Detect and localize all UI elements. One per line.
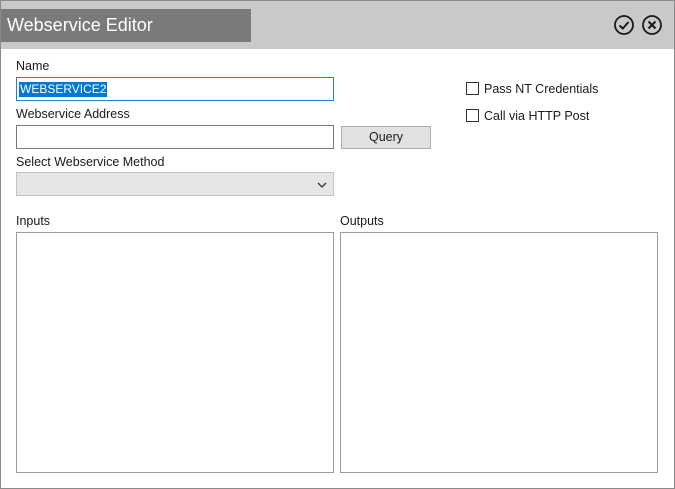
close-circle-icon[interactable] [641,14,663,36]
query-button[interactable]: Query [341,126,431,149]
address-input[interactable] [16,125,334,149]
chevron-down-icon [317,179,327,193]
http-post-label[interactable]: Call via HTTP Post [484,109,589,123]
outputs-label: Outputs [340,214,384,228]
name-input[interactable]: WEBSERVICE2 [16,77,334,101]
name-label: Name [16,59,50,73]
title-bar: Webservice Editor [1,1,674,49]
name-value: WEBSERVICE2 [19,82,108,97]
check-circle-icon[interactable] [613,14,635,36]
pass-nt-credentials-checkbox[interactable] [466,82,479,95]
address-label: Webservice Address [16,107,130,121]
method-select[interactable] [16,172,334,196]
outputs-list[interactable] [340,232,658,473]
http-post-checkbox[interactable] [466,109,479,122]
window-title: Webservice Editor [1,9,251,42]
inputs-list[interactable] [16,232,334,473]
method-label: Select Webservice Method [16,155,165,169]
pass-nt-credentials-label[interactable]: Pass NT Credentials [484,82,598,96]
inputs-label: Inputs [16,214,51,228]
webservice-editor-window: Webservice Editor Name WEBSERVICE2 Webse… [0,0,675,489]
